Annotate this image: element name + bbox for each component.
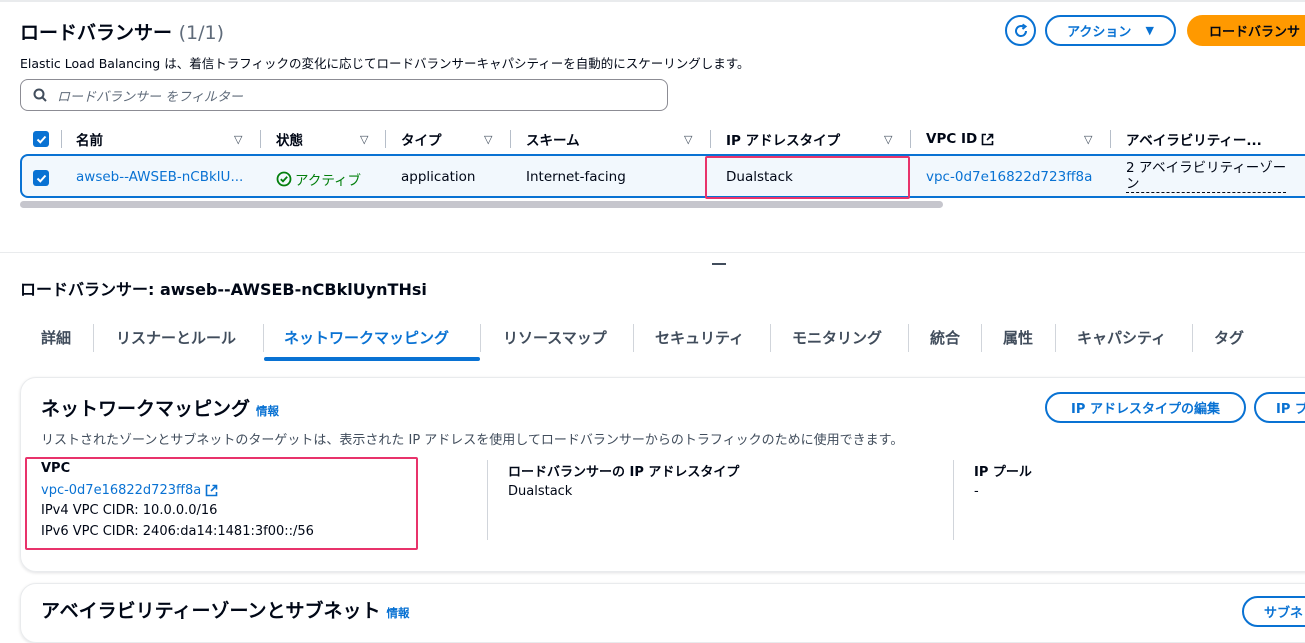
load-balancer-name-link[interactable]: awseb--AWSEB-nCBklU... [76, 169, 243, 185]
sort-icon[interactable]: ▽ [884, 133, 892, 146]
tab-separator [770, 324, 771, 352]
lb-ip-type-value: Dualstack [508, 484, 573, 499]
ip-pool-label: IP プール [974, 465, 1032, 480]
ip-pool-button[interactable]: IP プ [1254, 392, 1305, 423]
search-input[interactable]: ロードバランサー をフィルター [57, 86, 243, 105]
split-panel-divider [0, 252, 1305, 253]
top-border [0, 0, 1305, 2]
check-icon [36, 174, 46, 183]
vpc-link[interactable]: vpc-0d7e16822d723ff8a [41, 483, 218, 498]
column-header-status[interactable]: 状態 [276, 128, 303, 150]
sort-icon[interactable]: ▽ [1084, 133, 1092, 146]
sort-icon[interactable]: ▽ [484, 133, 492, 146]
check-icon [36, 135, 46, 144]
tab-attributes[interactable]: 属性 [1003, 327, 1033, 349]
tab-capacity[interactable]: キャパシティ [1077, 327, 1166, 349]
column-separator [260, 130, 261, 148]
detail-title: ロードバランサー: awseb--AWSEB-nCBklUynTHsi [20, 280, 427, 299]
info-link[interactable]: 情報 [256, 404, 279, 418]
info-link[interactable]: 情報 [387, 606, 410, 620]
tab-listeners-rules[interactable]: リスナーとルール [116, 327, 236, 349]
column-separator [910, 130, 911, 148]
column-separator [710, 130, 711, 148]
availability-zones-cell[interactable]: 2 アベイラビリティーゾー ン [1126, 160, 1287, 193]
ip-pool-value: - [974, 484, 979, 499]
network-mapping-title: ネットワークマッピング 情報 [41, 398, 280, 420]
column-separator [487, 460, 488, 540]
tab-separator [1055, 324, 1056, 352]
actions-dropdown-button[interactable]: アクション ▼ [1045, 15, 1176, 46]
column-separator [385, 130, 386, 148]
tab-separator [93, 324, 94, 352]
refresh-button[interactable] [1005, 15, 1036, 46]
tab-resource-map[interactable]: リソースマップ [503, 327, 607, 349]
sort-icon[interactable]: ▽ [234, 133, 242, 146]
column-header-type[interactable]: タイプ [401, 128, 442, 150]
vpc-id-link[interactable]: vpc-0d7e16822d723ff8a [926, 169, 1092, 185]
select-all-checkbox[interactable] [33, 131, 49, 147]
column-header-name[interactable]: 名前 [76, 128, 103, 150]
tab-separator [908, 324, 909, 352]
ip-type-cell: Dualstack [726, 169, 793, 185]
tab-monitoring[interactable]: モニタリング [792, 327, 882, 349]
edit-subnets-button[interactable]: サブネ [1242, 596, 1305, 627]
search-field[interactable]: ロードバランサー をフィルター [20, 79, 668, 111]
tab-integrations[interactable]: 統合 [930, 327, 960, 349]
column-separator [510, 130, 511, 148]
active-tab-indicator [264, 357, 480, 361]
page-description: Elastic Load Balancing は、着信トラフィックの変化に応じて… [20, 56, 750, 71]
lb-ip-type-label: ロードバランサーの IP アドレスタイプ [508, 465, 740, 480]
column-header-ip-type[interactable]: IP アドレスタイプ [726, 128, 840, 150]
scheme-cell: Internet-facing [526, 169, 626, 185]
tab-details[interactable]: 詳細 [41, 327, 71, 349]
vpc-label: VPC [41, 461, 71, 476]
tab-separator [1192, 324, 1193, 352]
tab-separator [633, 324, 634, 352]
column-separator [1110, 130, 1111, 148]
type-cell: application [401, 169, 476, 185]
column-header-scheme[interactable]: スキーム [526, 128, 580, 150]
create-load-balancer-button[interactable]: ロードバランサ [1187, 15, 1305, 46]
status-badge: アクティブ [276, 169, 361, 189]
column-header-availability-zones[interactable]: アベイラビリティー... [1126, 128, 1262, 150]
external-link-icon [205, 484, 218, 497]
edit-ip-address-type-button[interactable]: IP アドレスタイプの編集 [1045, 392, 1246, 423]
column-header-vpc-id[interactable]: VPC ID [926, 128, 994, 150]
sort-icon[interactable]: ▽ [360, 133, 368, 146]
column-separator [953, 460, 954, 540]
column-separator [61, 130, 62, 148]
horizontal-scrollbar[interactable] [20, 201, 943, 208]
page-title: ロードバランサー (1/1) [20, 22, 225, 44]
ipv4-cidr: IPv4 VPC CIDR: 10.0.0.0/16 [41, 503, 218, 518]
tab-network-mapping[interactable]: ネットワークマッピング [284, 327, 449, 349]
network-mapping-description: リストされたゾーンとサブネットのターゲットは、表示された IP アドレスを使用し… [41, 433, 904, 448]
tab-separator [981, 324, 982, 352]
tab-separator [480, 324, 481, 352]
sort-icon[interactable]: ▽ [684, 133, 692, 146]
search-icon [33, 88, 47, 102]
ipv6-cidr: IPv6 VPC CIDR: 2406:da14:1481:3f00::/56 [41, 524, 314, 539]
refresh-icon [1014, 23, 1027, 37]
tab-security[interactable]: セキュリティ [655, 327, 744, 349]
row-checkbox[interactable] [33, 170, 49, 186]
success-check-icon [276, 171, 292, 187]
external-link-icon [981, 133, 994, 145]
tab-separator [263, 324, 264, 352]
resize-handle-icon[interactable] [712, 263, 726, 265]
caret-down-icon: ▼ [1145, 24, 1154, 37]
tab-tags[interactable]: タグ [1214, 327, 1244, 349]
